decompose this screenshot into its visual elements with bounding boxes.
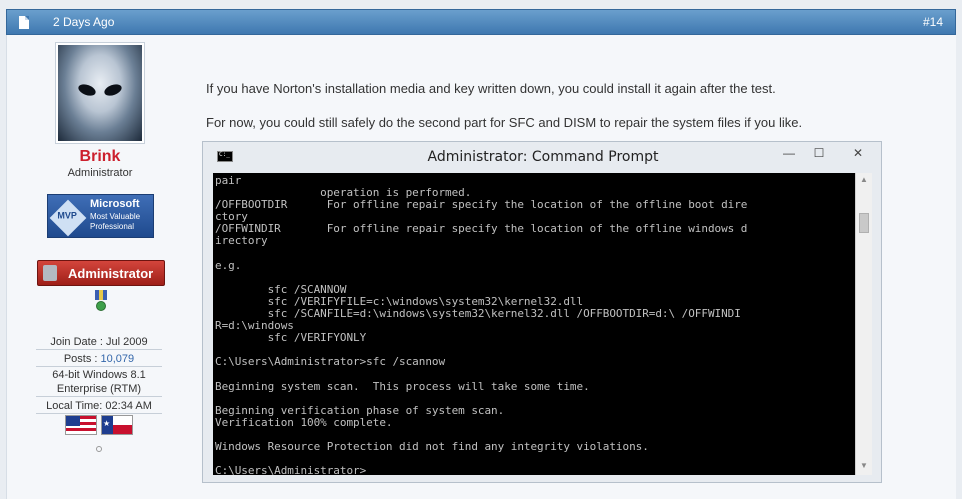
post-header-bar: 2 Days Ago #14 [6, 9, 956, 35]
us-flag-icon [65, 415, 97, 435]
texas-flag-icon [101, 415, 133, 435]
username-link[interactable]: Brink [40, 148, 160, 166]
mvp-emblem-icon: MVP [49, 199, 87, 237]
console-text: pair operation is performed. /OFFBOOTDIR… [215, 174, 748, 475]
message-line-2: For now, you could still safely do the s… [206, 115, 803, 130]
local-time: Local Time: 02:34 AM [36, 399, 162, 414]
mvp-line3: Professional [90, 222, 135, 231]
os-line-1: 64-bit Windows 8.1 [52, 369, 146, 381]
mvp-badge: MVP Microsoft Most Valuable Professional [47, 194, 154, 238]
mvp-line2: Most Valuable [90, 212, 141, 221]
close-button[interactable]: ✕ [835, 144, 881, 162]
posts-label: Posts : [63, 353, 101, 365]
message-line-1: If you have Norton's installation media … [206, 81, 776, 96]
offline-status-icon [96, 446, 102, 452]
medal-icon[interactable] [95, 290, 107, 314]
post-number-link[interactable]: #14 [923, 15, 943, 29]
posts-value-link[interactable]: 10,079 [101, 353, 135, 365]
scroll-down-icon[interactable]: ▼ [856, 461, 872, 473]
admin-badge-label: Administrator [68, 266, 154, 281]
scroll-thumb[interactable] [859, 213, 869, 233]
alien-avatar-icon [58, 45, 142, 141]
maximize-button[interactable]: ☐ [805, 144, 833, 162]
command-prompt-window: Administrator: Command Prompt — ☐ ✕ pair… [202, 141, 882, 483]
scroll-up-icon[interactable]: ▲ [856, 175, 872, 187]
administrator-badge: Administrator [37, 260, 165, 286]
user-avatar[interactable] [55, 42, 145, 144]
post-count: Posts : 10,079 [36, 352, 162, 367]
console-output[interactable]: pair operation is performed. /OFFBOOTDIR… [213, 173, 855, 475]
user-title: Administrator [67, 167, 133, 179]
post-date: 2 Days Ago [53, 15, 115, 29]
console-scrollbar[interactable]: ▲ ▼ [855, 173, 872, 475]
window-titlebar: Administrator: Command Prompt — ☐ ✕ [203, 142, 881, 172]
mvp-line1: Microsoft [90, 198, 140, 210]
join-date: Join Date : Jul 2009 [36, 335, 162, 350]
document-icon [19, 16, 29, 29]
minimize-button[interactable]: — [775, 144, 803, 162]
admin-shield-icon [43, 265, 57, 281]
os-line-2: Enterprise (RTM) [36, 382, 162, 397]
